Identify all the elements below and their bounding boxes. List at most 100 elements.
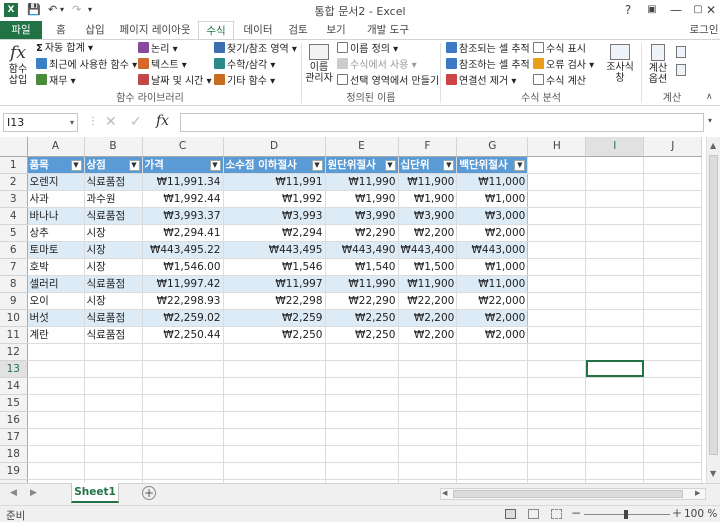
calc-now-icon[interactable] — [676, 46, 686, 58]
cell[interactable] — [643, 309, 703, 327]
table-header-cell[interactable]: 십단위 ▼ — [398, 156, 458, 174]
cell[interactable]: ₩1,500 — [398, 258, 458, 276]
row-header[interactable]: 2 — [0, 173, 28, 191]
cell[interactable]: ₩11,900 — [398, 173, 458, 191]
cell[interactable]: 식료품점 — [84, 275, 143, 293]
cell[interactable]: 버섯 — [27, 309, 85, 327]
cell[interactable] — [585, 326, 645, 344]
row-header[interactable]: 11 — [0, 326, 28, 344]
cell[interactable] — [527, 190, 587, 208]
cell[interactable] — [527, 207, 587, 225]
datetime-button[interactable]: 날짜 및 시간 ▾ — [138, 74, 212, 88]
column-header[interactable]: E — [325, 137, 399, 157]
column-header[interactable]: I — [585, 137, 645, 157]
cell[interactable]: 시장 — [84, 258, 143, 276]
filter-dropdown-icon[interactable]: ▼ — [70, 159, 82, 171]
more-functions-button[interactable]: 기타 함수 ▾ — [214, 74, 275, 88]
cell[interactable] — [84, 462, 143, 480]
cell[interactable] — [325, 360, 399, 378]
cell[interactable] — [142, 445, 224, 463]
cell[interactable] — [325, 377, 399, 395]
login-link[interactable]: 로그인 — [688, 21, 720, 39]
cell[interactable]: ₩22,298 — [223, 292, 326, 310]
cell[interactable] — [585, 343, 645, 361]
cell[interactable] — [223, 462, 326, 480]
cell[interactable] — [223, 445, 326, 463]
add-sheet-icon[interactable]: + — [142, 486, 156, 500]
filter-dropdown-icon[interactable]: ▼ — [514, 159, 526, 171]
row-header[interactable]: 9 — [0, 292, 28, 310]
cell[interactable]: ₩2,250 — [223, 326, 326, 344]
evaluate-formula-button[interactable]: 수식 계산 — [533, 74, 586, 88]
cell[interactable] — [398, 445, 458, 463]
row-header[interactable]: 3 — [0, 190, 28, 208]
cell[interactable]: ₩3,990 — [325, 207, 399, 225]
formula-bar-splitter-icon[interactable]: ⋮ — [88, 116, 98, 127]
cell[interactable] — [142, 360, 224, 378]
column-header[interactable]: H — [527, 137, 587, 157]
cell[interactable] — [643, 241, 703, 259]
cell[interactable]: ₩2,294.41 — [142, 224, 224, 242]
formula-input[interactable] — [180, 113, 704, 132]
cell[interactable] — [27, 360, 85, 378]
cell[interactable] — [585, 241, 645, 259]
create-from-selection-button[interactable]: 선택 영역에서 만들기 — [337, 74, 439, 88]
cell[interactable]: 셀러리 — [27, 275, 85, 293]
cell[interactable] — [84, 428, 143, 446]
cell[interactable]: 식료품점 — [84, 173, 143, 191]
cell[interactable]: ₩2,259 — [223, 309, 326, 327]
ribbon-display-icon[interactable]: ▣ — [640, 0, 664, 20]
cell[interactable] — [456, 343, 529, 361]
cell[interactable]: ₩2,000 — [456, 224, 529, 242]
cell[interactable] — [456, 360, 529, 378]
row-header[interactable]: 15 — [0, 394, 28, 412]
cell[interactable]: ₩443,495 — [223, 241, 326, 259]
column-header[interactable]: F — [398, 137, 458, 157]
cell[interactable] — [142, 411, 224, 429]
cell[interactable] — [223, 394, 326, 412]
row-header[interactable]: 10 — [0, 309, 28, 327]
cancel-entry-icon[interactable]: ✕ — [105, 114, 117, 130]
cell[interactable] — [527, 309, 587, 327]
cell[interactable] — [527, 173, 587, 191]
tab-insert[interactable]: 삽입 — [80, 21, 110, 39]
zoom-slider[interactable] — [584, 510, 670, 519]
table-header-cell[interactable]: 원단위절사 ▼ — [325, 156, 399, 174]
cell[interactable]: ₩2,250.44 — [142, 326, 224, 344]
cell[interactable] — [27, 411, 85, 429]
scroll-down-icon[interactable]: ▼ — [710, 469, 716, 478]
cell[interactable] — [325, 428, 399, 446]
cell[interactable] — [643, 428, 703, 446]
cell[interactable]: ₩11,997.42 — [142, 275, 224, 293]
row-header[interactable]: 18 — [0, 445, 28, 463]
filter-dropdown-icon[interactable]: ▼ — [384, 159, 396, 171]
table-header-cell[interactable]: 상점 ▼ — [84, 156, 143, 174]
cell[interactable] — [585, 462, 645, 480]
cell[interactable] — [643, 275, 703, 293]
cell[interactable]: 오렌지 — [27, 173, 85, 191]
tab-home[interactable]: 홈 — [46, 21, 76, 39]
expand-formula-bar-icon[interactable]: ▾ — [708, 116, 712, 125]
tab-review[interactable]: 검토 — [282, 21, 314, 39]
cell[interactable]: ₩1,990 — [325, 190, 399, 208]
filter-dropdown-icon[interactable]: ▼ — [443, 159, 455, 171]
row-header[interactable]: 1 — [0, 156, 28, 174]
zoom-slider-thumb[interactable] — [624, 510, 628, 519]
cell[interactable] — [643, 258, 703, 276]
cell[interactable] — [585, 394, 645, 412]
select-all-corner[interactable] — [0, 137, 28, 157]
filter-dropdown-icon[interactable]: ▼ — [128, 159, 140, 171]
cell[interactable] — [643, 207, 703, 225]
cell[interactable] — [585, 292, 645, 310]
cell[interactable]: ₩2,200 — [398, 309, 458, 327]
cell[interactable] — [84, 377, 143, 395]
cell[interactable] — [142, 377, 224, 395]
define-name-button[interactable]: 이름 정의 ▾ — [337, 42, 398, 56]
cell[interactable] — [142, 462, 224, 480]
row-header[interactable]: 13 — [0, 360, 28, 378]
cell[interactable] — [585, 258, 645, 276]
text-button[interactable]: 텍스트 ▾ — [138, 58, 187, 72]
worksheet-grid[interactable]: A B C D E F G H I J 1 품목 ▼ 상점 ▼ 가격 ▼ 소수점 이하절사 ▼ 원단위절사 ▼ 십단위 ▼ 백… — [0, 137, 706, 483]
cell[interactable] — [527, 275, 587, 293]
collapse-ribbon-icon[interactable]: ∧ — [706, 92, 713, 102]
